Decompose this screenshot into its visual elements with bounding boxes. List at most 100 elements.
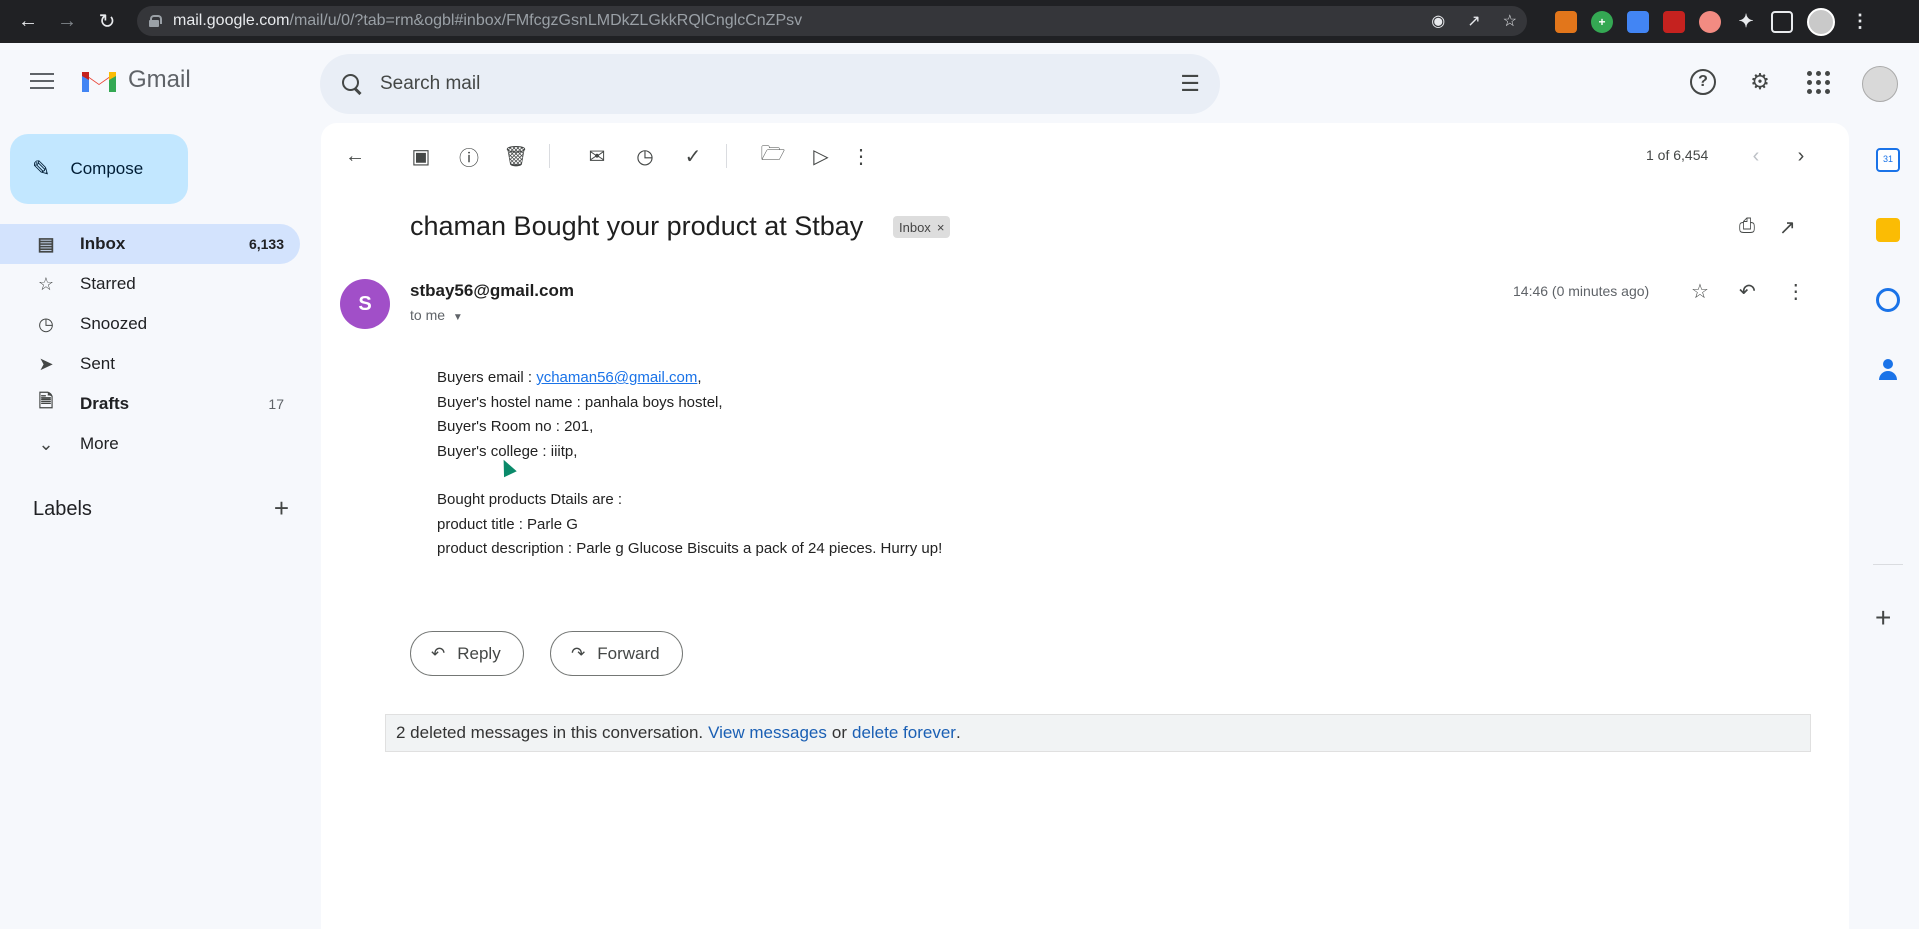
caret-down-icon[interactable]: ▼ bbox=[453, 312, 463, 323]
move-to-icon[interactable]: 🗁 bbox=[760, 143, 786, 169]
label-icon[interactable]: ▷ bbox=[808, 143, 834, 169]
bookmark-star-icon[interactable]: ☆ bbox=[1503, 11, 1517, 31]
delete-icon[interactable]: 🗑 bbox=[503, 143, 529, 169]
compose-button[interactable]: ✎ Compose bbox=[10, 134, 188, 204]
sidebar-item-label: Snoozed bbox=[80, 314, 148, 333]
view-messages-link[interactable]: View messages bbox=[708, 723, 827, 743]
sidebar-item-inbox[interactable]: ▤ Inbox 6,133 bbox=[0, 224, 300, 264]
snooze-icon[interactable]: ◷ bbox=[632, 143, 658, 169]
pagination-text: 1 of 6,454 bbox=[1646, 147, 1709, 163]
green-plus-extension-icon[interactable]: + bbox=[1591, 10, 1613, 33]
print-icon[interactable]: ⎙ bbox=[1739, 215, 1755, 240]
more-vert-icon[interactable]: ⋮ bbox=[1786, 279, 1806, 304]
recipient-text: to me bbox=[410, 307, 446, 323]
body-line-room: Buyer's Room no : 201, bbox=[437, 418, 594, 435]
report-spam-icon[interactable]: ⓘ bbox=[456, 143, 482, 170]
colorful-extension-icon[interactable] bbox=[1699, 10, 1721, 33]
message-toolbar: ← ▣ ⓘ 🗑 ✉ ◷ ✓ 🗁 ▷ ⋮ 1 of 6,454 ‹ › bbox=[321, 123, 1849, 187]
sidebar-item-sent[interactable]: ➤ Sent bbox=[0, 344, 300, 384]
sidebar-item-label: Drafts bbox=[80, 394, 130, 413]
email-subject: chaman Bought your product at Stbay bbox=[410, 211, 864, 241]
message-actions: ☆ ↶ ⋮ bbox=[1691, 279, 1806, 304]
url-host: mail.google.com bbox=[173, 12, 290, 29]
shield-extension-icon[interactable] bbox=[1663, 10, 1685, 33]
inbox-icon: ▤ bbox=[37, 233, 55, 254]
sidebar-nav: ▤ Inbox 6,133 ☆ Starred ◷ Snoozed ➤ Sent… bbox=[0, 224, 300, 464]
send-icon: ➤ bbox=[38, 353, 54, 374]
period-text: . bbox=[955, 723, 961, 742]
subject-actions: ⎙ ↗ bbox=[1739, 215, 1796, 240]
main-menu-icon[interactable] bbox=[30, 73, 54, 91]
sidebar-item-snoozed[interactable]: ◷ Snoozed bbox=[0, 304, 300, 344]
get-addons-plus-icon[interactable]: + bbox=[1875, 602, 1891, 634]
contacts-icon[interactable] bbox=[1876, 358, 1900, 382]
sidebar-item-drafts[interactable]: 🗎 Drafts 17 bbox=[0, 384, 300, 424]
sender-avatar: S bbox=[340, 279, 390, 329]
sidebar-item-starred[interactable]: ☆ Starred bbox=[0, 264, 300, 304]
url-text: mail.google.com/mail/u/0/?tab=rm&ogbl#in… bbox=[173, 12, 802, 30]
account-avatar[interactable] bbox=[1862, 66, 1898, 102]
star-icon: ☆ bbox=[37, 273, 55, 294]
calendar-icon[interactable]: 31 bbox=[1876, 148, 1900, 172]
forward-label: Forward bbox=[597, 643, 660, 663]
newer-chevron-left-icon[interactable]: ‹ bbox=[1743, 143, 1769, 169]
google-apps-icon[interactable] bbox=[1804, 68, 1832, 96]
search-icon[interactable] bbox=[340, 72, 364, 96]
url-path: /mail/u/0/?tab=rm&ogbl#inbox/FMfcgzGsnLM… bbox=[289, 12, 803, 29]
sidebar-item-more[interactable]: ⌄ More bbox=[0, 424, 300, 464]
forward-arrow-icon: ↷ bbox=[571, 643, 586, 663]
browser-menu-icon[interactable]: ⋮ bbox=[1849, 11, 1871, 33]
extensions-row: + ✦ ⋮ bbox=[1555, 0, 1871, 43]
more-options-icon[interactable]: ⋮ bbox=[848, 143, 874, 169]
translate-extension-icon[interactable] bbox=[1627, 10, 1649, 33]
add-to-tasks-icon[interactable]: ✓ bbox=[680, 143, 706, 169]
help-icon[interactable]: ? bbox=[1690, 69, 1716, 95]
sidebar-item-label: More bbox=[80, 434, 119, 453]
reply-button[interactable]: ↶ Reply bbox=[410, 631, 524, 676]
gmail-wordmark: Gmail bbox=[128, 66, 191, 93]
settings-gear-icon[interactable]: ⚙ bbox=[1746, 68, 1774, 96]
lock-icon bbox=[149, 15, 162, 27]
add-label-icon[interactable]: + bbox=[274, 495, 289, 521]
mark-unread-icon[interactable]: ✉ bbox=[584, 143, 610, 169]
remove-label-icon[interactable]: × bbox=[937, 220, 945, 235]
star-icon[interactable]: ☆ bbox=[1691, 279, 1709, 304]
forward-arrow-icon[interactable]: → bbox=[47, 0, 87, 43]
email-timestamp: 14:46 (0 minutes ago) bbox=[1513, 283, 1650, 299]
back-to-inbox-icon[interactable]: ← bbox=[342, 143, 368, 169]
keep-icon[interactable] bbox=[1876, 218, 1900, 242]
recipient-details[interactable]: to me ▼ bbox=[410, 307, 463, 323]
forward-button[interactable]: ↷ Forward bbox=[550, 631, 683, 676]
compose-label: Compose bbox=[70, 159, 144, 178]
buyer-email-link[interactable]: ychaman56@gmail.com bbox=[536, 369, 697, 386]
metamask-extension-icon[interactable] bbox=[1555, 10, 1577, 33]
gmail-logo[interactable]: Gmail bbox=[80, 66, 191, 94]
sidebar-item-label: Starred bbox=[80, 274, 136, 293]
eye-icon[interactable]: ◉ bbox=[1431, 11, 1445, 31]
address-bar[interactable]: mail.google.com/mail/u/0/?tab=rm&ogbl#in… bbox=[137, 6, 1527, 36]
puzzle-extensions-icon[interactable]: ✦ bbox=[1735, 11, 1757, 33]
browser-profile-avatar[interactable] bbox=[1807, 7, 1835, 36]
unread-count: 6,133 bbox=[248, 236, 284, 252]
reload-icon[interactable]: ↻ bbox=[87, 0, 127, 43]
labels-heading: Labels bbox=[33, 498, 92, 520]
labels-header: Labels + bbox=[33, 495, 289, 521]
search-options-icon[interactable]: ☰ bbox=[1180, 71, 1200, 97]
body-line-product-description: product description : Parle g Glucose Bi… bbox=[437, 540, 943, 557]
tasks-icon[interactable] bbox=[1876, 288, 1900, 312]
search-input[interactable]: Search mail bbox=[380, 73, 1180, 95]
reply-arrow-icon: ↶ bbox=[431, 643, 446, 663]
back-arrow-icon[interactable]: ← bbox=[8, 0, 48, 43]
share-icon[interactable]: ↗ bbox=[1467, 11, 1480, 31]
reply-icon[interactable]: ↶ bbox=[1739, 279, 1756, 304]
archive-icon[interactable]: ▣ bbox=[408, 143, 434, 169]
side-panel-icon[interactable] bbox=[1771, 10, 1793, 33]
older-chevron-right-icon[interactable]: › bbox=[1788, 143, 1814, 169]
open-in-new-window-icon[interactable]: ↗ bbox=[1779, 215, 1796, 240]
delete-forever-link[interactable]: delete forever bbox=[852, 723, 956, 743]
sender-email[interactable]: stbay56@gmail.com bbox=[410, 281, 574, 301]
search-bar[interactable]: Search mail ☰ bbox=[320, 54, 1220, 114]
chevron-down-icon: ⌄ bbox=[38, 433, 54, 454]
side-panel-divider bbox=[1873, 564, 1903, 565]
draft-icon: 🗎 bbox=[38, 391, 54, 411]
